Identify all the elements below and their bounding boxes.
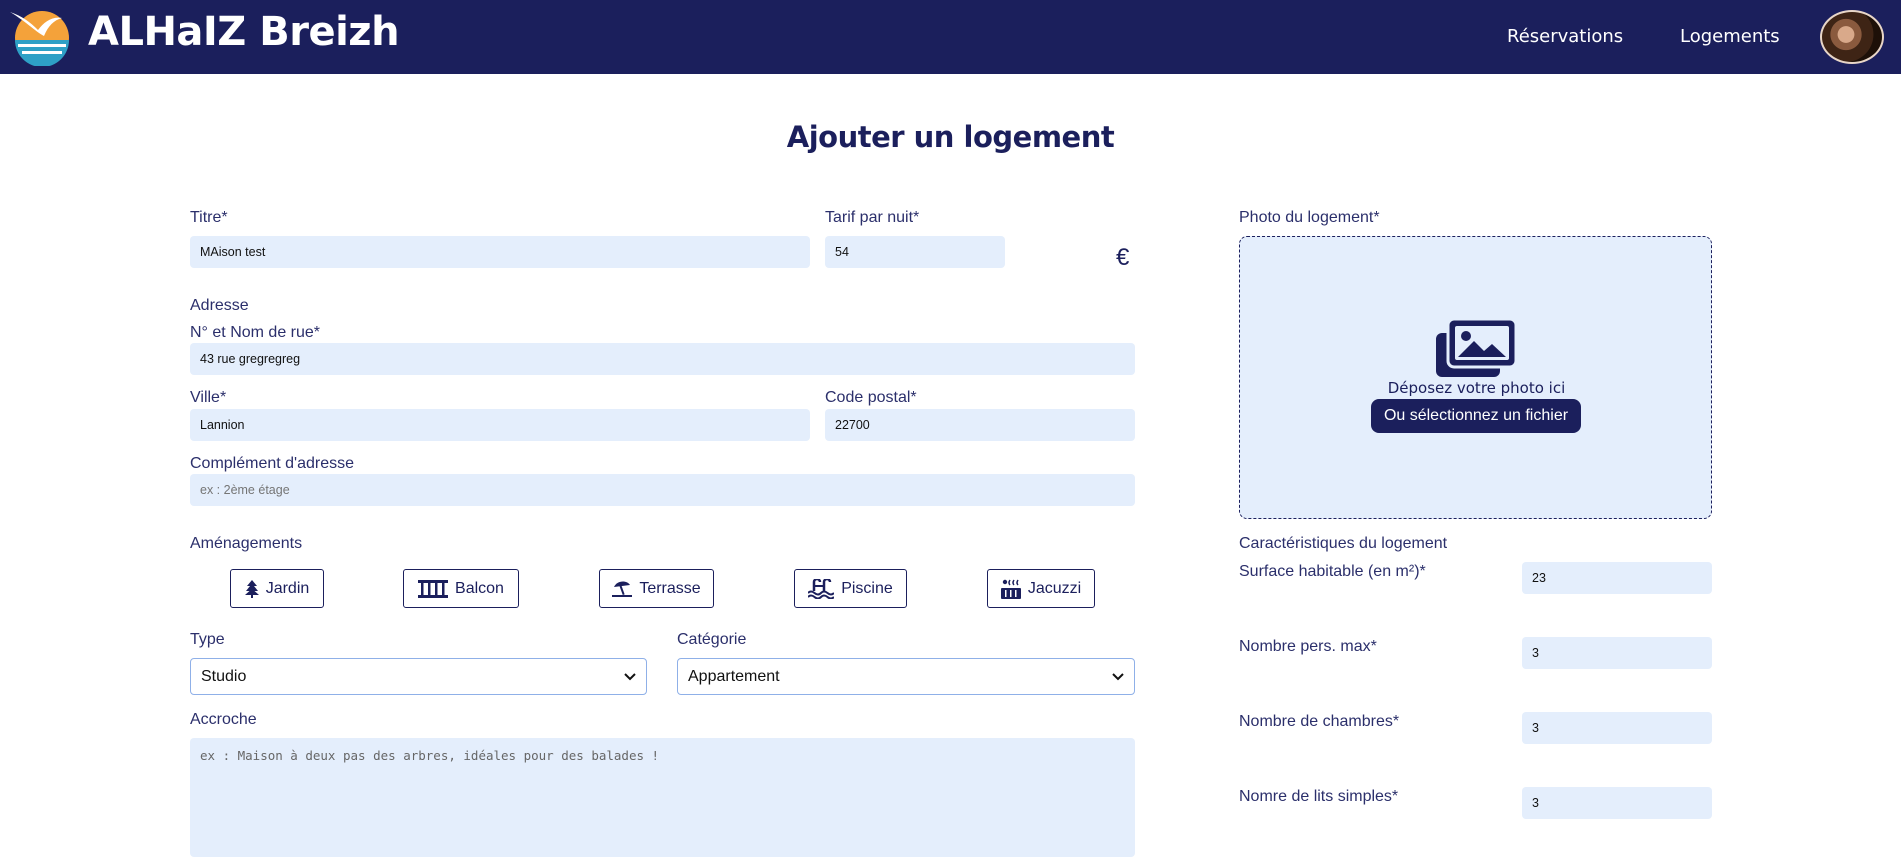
nav-logements[interactable]: Logements bbox=[1680, 26, 1780, 47]
caracteristiques-heading: Caractéristiques du logement bbox=[1239, 535, 1448, 552]
titre-label: Titre* bbox=[190, 209, 228, 226]
rue-label: N° et Nom de rue* bbox=[190, 324, 321, 341]
tarif-input[interactable]: 54 bbox=[825, 236, 1005, 268]
select-file-button[interactable]: Ou sélectionnez un fichier bbox=[1371, 399, 1581, 433]
photo-dropzone[interactable]: Déposez votre photo ici Ou sélectionnez … bbox=[1239, 236, 1712, 519]
lits-simples-label: Nomre de lits simples* bbox=[1239, 788, 1399, 805]
amenity-balcon-button[interactable]: Balcon bbox=[403, 569, 519, 608]
categorie-label: Catégorie bbox=[677, 631, 747, 648]
chevron-down-icon bbox=[1112, 672, 1124, 680]
complement-label: Complément d'adresse bbox=[190, 455, 355, 472]
amenity-label: Jacuzzi bbox=[1027, 579, 1082, 597]
chambres-input[interactable]: 3 bbox=[1522, 712, 1712, 744]
titre-input[interactable]: MAison test bbox=[190, 236, 810, 268]
type-label: Type bbox=[190, 631, 225, 648]
amenity-label: Piscine bbox=[841, 579, 893, 597]
images-icon bbox=[1436, 319, 1516, 377]
ville-label: Ville* bbox=[190, 389, 227, 406]
rue-input[interactable]: 43 rue gregregreg bbox=[190, 343, 1135, 375]
amenity-jacuzzi-button[interactable]: Jacuzzi bbox=[987, 569, 1095, 608]
nav-reservations[interactable]: Réservations bbox=[1507, 26, 1623, 47]
pool-icon bbox=[808, 578, 835, 599]
amenity-label: Terrasse bbox=[639, 579, 701, 597]
tarif-label: Tarif par nuit* bbox=[825, 209, 920, 226]
complement-input[interactable]: ex : 2ème étage bbox=[190, 474, 1135, 506]
code-postal-input[interactable]: 22700 bbox=[825, 409, 1135, 441]
accroche-textarea[interactable]: ex : Maison à deux pas des arbres, idéal… bbox=[190, 738, 1135, 857]
user-avatar[interactable] bbox=[1820, 10, 1884, 64]
pers-max-input[interactable]: 3 bbox=[1522, 637, 1712, 669]
balcony-icon bbox=[418, 579, 449, 598]
amenity-piscine-button[interactable]: Piscine bbox=[794, 569, 907, 608]
amenity-jardin-button[interactable]: Jardin bbox=[230, 569, 324, 608]
hot-tub-icon bbox=[1000, 579, 1021, 599]
lits-simples-input[interactable]: 3 bbox=[1522, 787, 1712, 819]
logo-icon[interactable] bbox=[8, 6, 76, 66]
amenity-terrasse-button[interactable]: Terrasse bbox=[599, 569, 714, 608]
categorie-select[interactable]: Appartement bbox=[677, 658, 1135, 695]
amenity-label: Jardin bbox=[265, 579, 310, 597]
euro-icon: € bbox=[1116, 244, 1130, 271]
photo-label: Photo du logement* bbox=[1239, 209, 1380, 226]
drop-text: Déposez votre photo ici bbox=[1387, 379, 1566, 397]
surface-label: Surface habitable (en m²)* bbox=[1239, 563, 1426, 580]
chevron-down-icon bbox=[624, 672, 636, 680]
amenity-label: Balcon bbox=[455, 579, 504, 597]
page-title: Ajouter un logement bbox=[786, 120, 1115, 154]
umbrella-beach-icon bbox=[612, 580, 633, 597]
surface-input[interactable]: 23 bbox=[1522, 562, 1712, 594]
brand-name[interactable]: ALHaIZ Breizh bbox=[88, 9, 400, 55]
type-selected-value: Studio bbox=[201, 667, 247, 685]
top-navbar: ALHaIZ Breizh Réservations Logements bbox=[0, 0, 1901, 74]
pers-max-label: Nombre pers. max* bbox=[1239, 638, 1377, 655]
chambres-label: Nombre de chambres* bbox=[1239, 713, 1400, 730]
type-select[interactable]: Studio bbox=[190, 658, 647, 695]
code-postal-label: Code postal* bbox=[825, 389, 917, 406]
tree-icon bbox=[244, 579, 259, 598]
amenagements-label: Aménagements bbox=[190, 535, 303, 552]
categorie-selected-value: Appartement bbox=[688, 667, 780, 685]
accroche-label: Accroche bbox=[190, 711, 257, 728]
ville-input[interactable]: Lannion bbox=[190, 409, 810, 441]
adresse-heading: Adresse bbox=[190, 297, 249, 314]
